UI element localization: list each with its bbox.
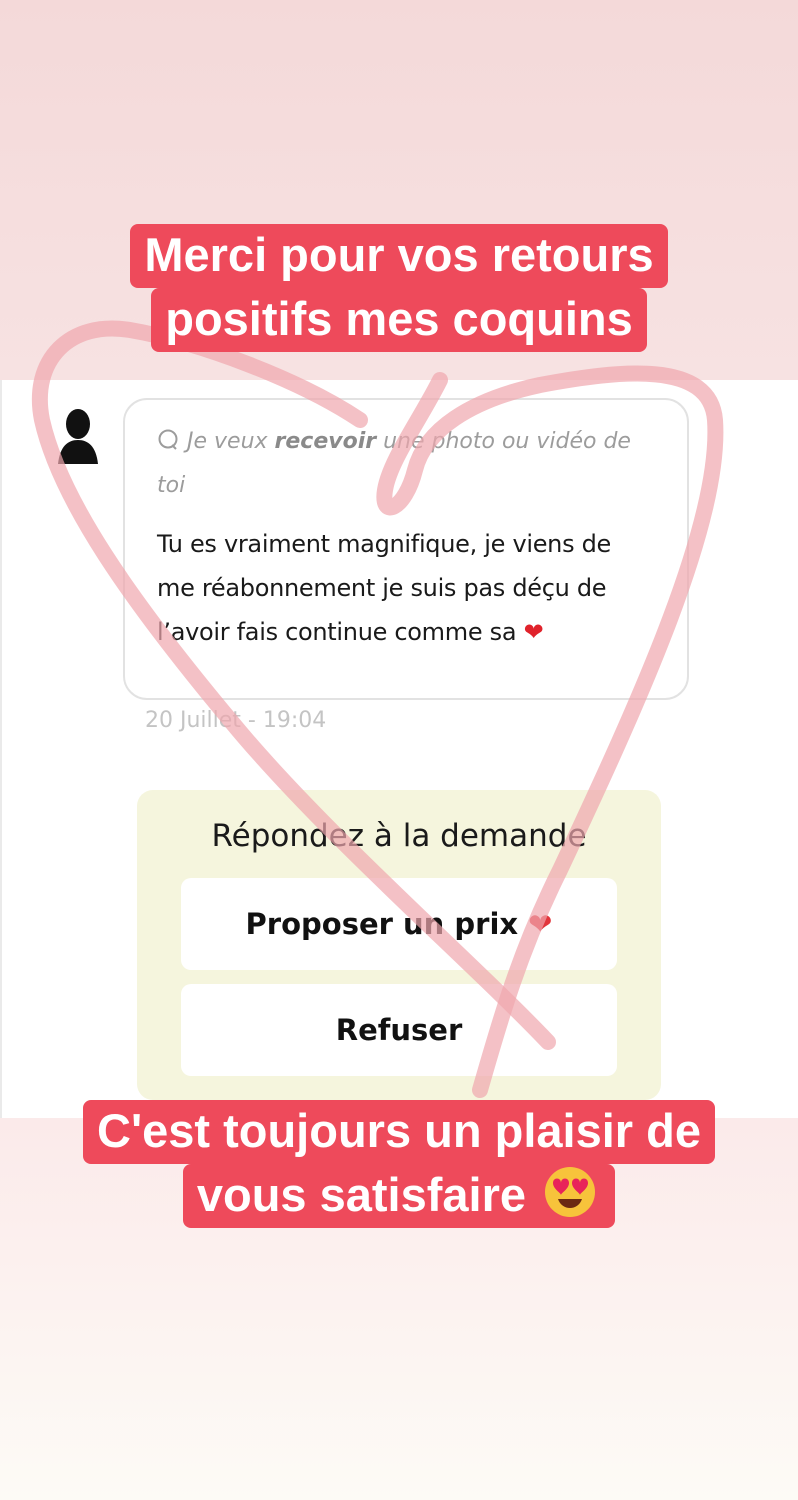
message-timestamp: 20 Juillet - 19:04: [145, 708, 327, 733]
bottom-caption-line-2: vous satisfaire: [196, 1168, 527, 1221]
reply-card: Répondez à la demande Proposer un prix ❤ …: [137, 790, 661, 1100]
message-bubble: Je veux recevoir une photo ou vidéo de t…: [123, 398, 689, 700]
heart-icon: ❤: [528, 907, 553, 941]
propose-price-label: Proposer un prix: [245, 907, 519, 941]
message-text-block: Tu es vraiment magnifique, je viens de m…: [157, 522, 655, 654]
chat-bubble-icon: [158, 429, 178, 450]
request-prefix: Je veux: [187, 429, 275, 454]
reply-title: Répondez à la demande: [211, 818, 587, 854]
bottom-caption-line-2-wrap: vous satisfaire: [182, 1164, 616, 1228]
bottom-caption: C'est toujours un plaisir de vous satisf…: [0, 1100, 798, 1228]
refuse-button[interactable]: Refuser: [181, 984, 617, 1076]
avatar: [58, 409, 98, 464]
top-caption: Merci pour vos retours positifs mes coqu…: [0, 224, 798, 352]
top-caption-line-2: positifs mes coquins: [151, 288, 647, 352]
request-bold: recevoir: [274, 429, 377, 454]
bottom-caption-line-1: C'est toujours un plaisir de: [83, 1100, 715, 1164]
heart-eyes-emoji: [545, 1167, 596, 1217]
propose-price-button[interactable]: Proposer un prix ❤: [181, 878, 617, 970]
heart-icon: ❤: [523, 618, 544, 646]
request-line: Je veux recevoir une photo ou vidéo de t…: [157, 420, 655, 508]
top-caption-line-1: Merci pour vos retours: [130, 224, 668, 288]
